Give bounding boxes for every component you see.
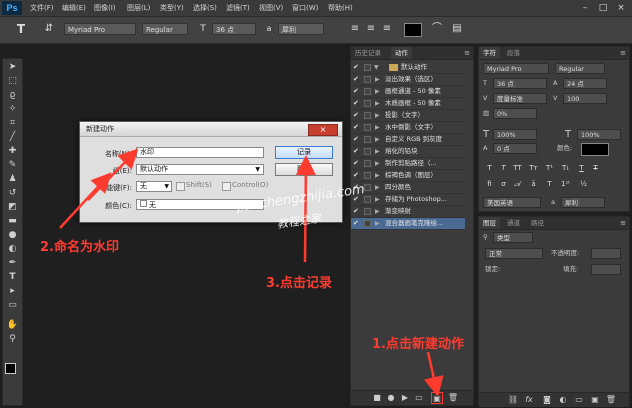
arrow-to-set-select <box>59 172 112 229</box>
arrow-to-new-action <box>423 351 444 397</box>
arrow-to-name-input <box>87 148 139 201</box>
annotation-arrows <box>59 148 444 397</box>
annotation-step1: 1.点击新建动作 <box>372 337 464 352</box>
annotation-step2: 2.命名为水印 <box>40 240 119 255</box>
annotation-step3: 3.点击记录 <box>266 276 332 291</box>
